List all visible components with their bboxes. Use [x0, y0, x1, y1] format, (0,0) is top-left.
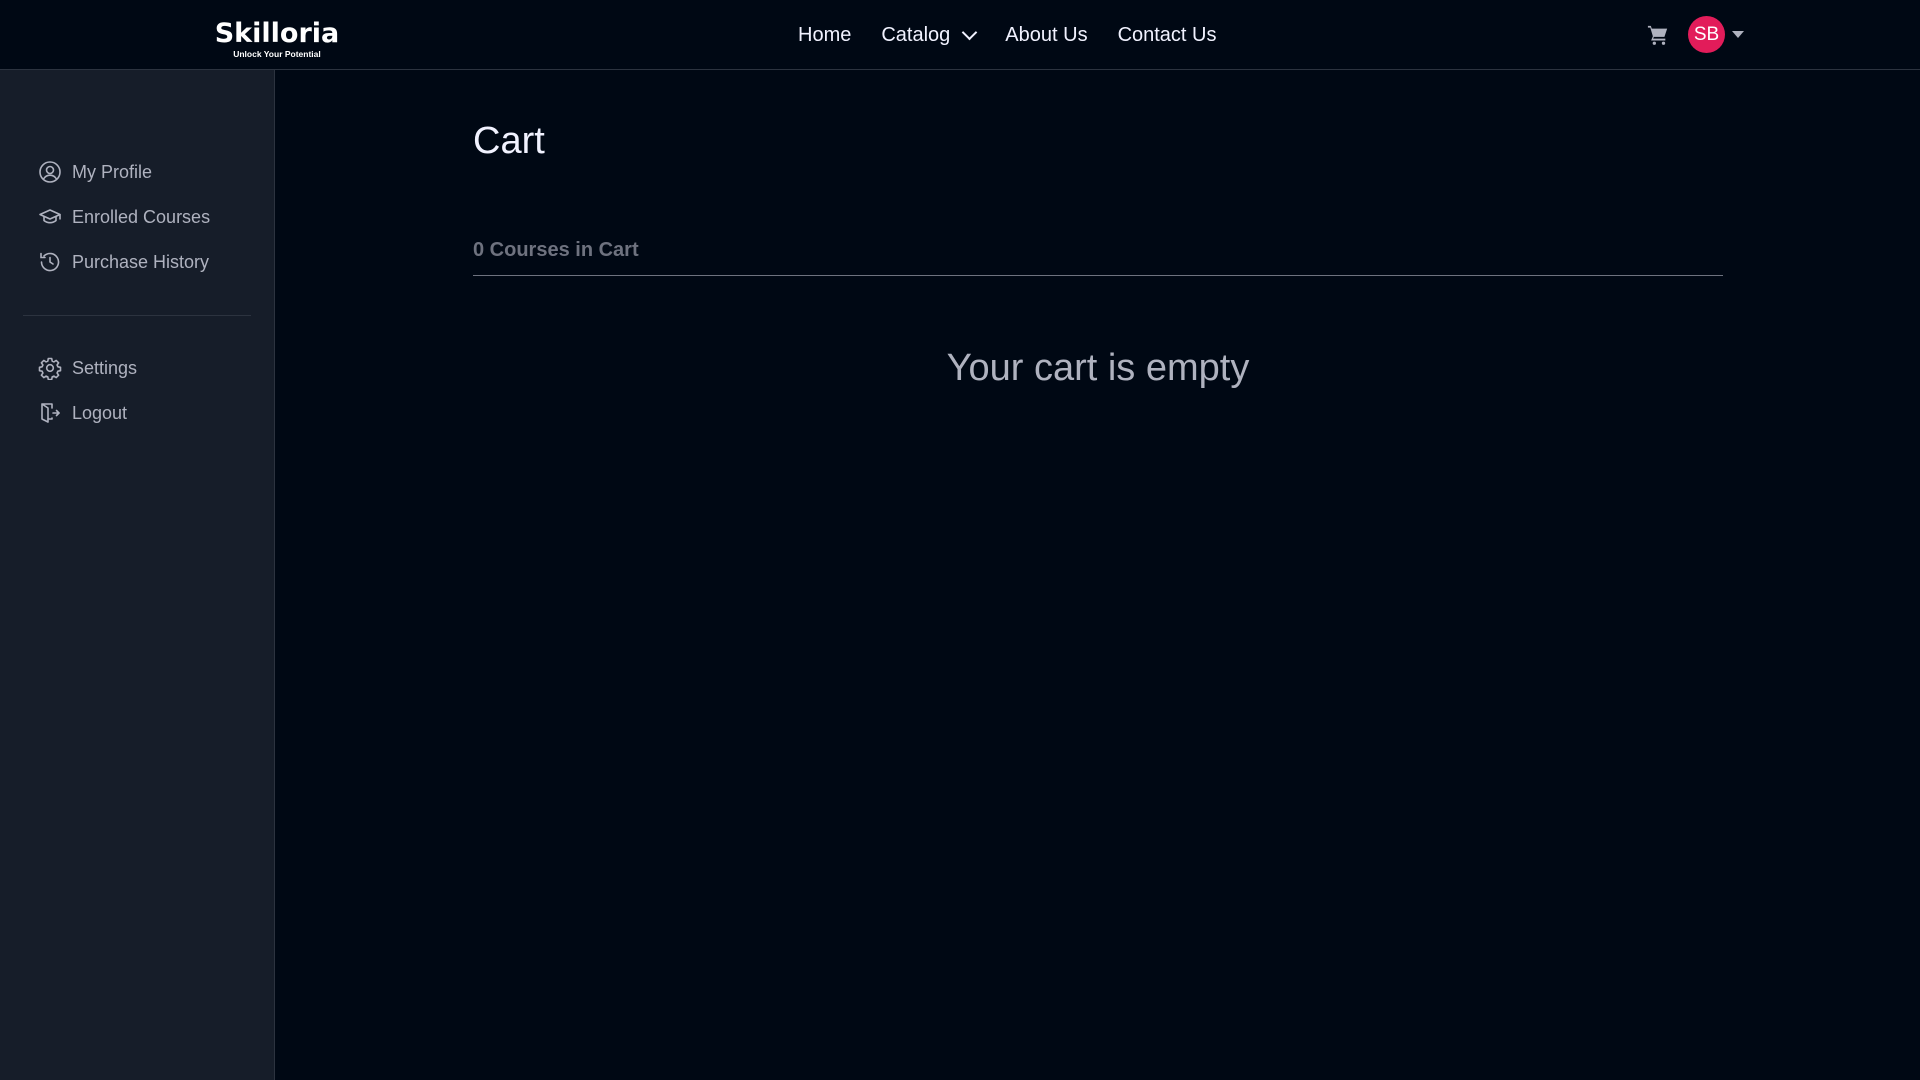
gear-icon [38, 357, 62, 380]
empty-cart-message: Your cart is empty [946, 347, 1250, 389]
cart-button[interactable] [1647, 24, 1669, 46]
cart-icon [1647, 25, 1668, 45]
sidebar-item-label: Logout [72, 402, 128, 423]
brand-logo[interactable]: Skilloria Unlock Your Potential [209, 20, 345, 62]
page-title: Cart [473, 120, 545, 162]
sidebar-item-label: Enrolled Courses [72, 206, 211, 227]
logout-icon [41, 403, 60, 423]
top-navbar: Skilloria Unlock Your Potential Home Cat… [0, 0, 1920, 70]
sidebar-item-purchase-history[interactable]: Purchase History [38, 248, 209, 276]
user-circle-icon [39, 161, 61, 183]
nav-link-catalog-label: Catalog [881, 24, 951, 46]
sidebar-item-my-profile[interactable]: My Profile [38, 158, 152, 186]
nav-link-about-us[interactable]: About Us [1005, 22, 1087, 48]
cart-divider [473, 275, 1723, 276]
nav-link-home[interactable]: Home [798, 22, 851, 48]
history-icon [40, 252, 60, 272]
graduation-cap-icon [39, 209, 61, 224]
sidebar: My Profile Enrolled Courses Purchase His… [0, 70, 275, 1080]
brand-tagline: Unlock Your Potential [233, 49, 321, 59]
brand-name: Skilloria [214, 18, 340, 49]
nav-link-contact-us-label: Contact Us [1117, 24, 1217, 46]
sidebar-item-label: Purchase History [72, 251, 210, 272]
nav-link-catalog[interactable]: Catalog [881, 22, 978, 48]
caret-down-icon[interactable] [1732, 31, 1744, 38]
nav-link-about-us-label: About Us [1005, 24, 1088, 46]
user-avatar[interactable]: SB [1688, 16, 1725, 53]
sidebar-item-settings[interactable]: Settings [38, 354, 137, 382]
sidebar-item-label: Settings [72, 357, 138, 378]
sidebar-item-label: My Profile [72, 161, 153, 182]
chevron-down-icon [962, 24, 978, 40]
nav-link-home-label: Home [798, 24, 852, 46]
cart-count-label: 0 Courses in Cart [473, 239, 639, 261]
main-nav: Home Catalog About Us Contact Us [798, 22, 1217, 48]
sidebar-item-logout[interactable]: Logout [38, 399, 127, 427]
sidebar-item-enrolled-courses[interactable]: Enrolled Courses [38, 203, 210, 231]
nav-link-contact-us[interactable]: Contact Us [1118, 22, 1217, 48]
sidebar-divider [23, 315, 251, 316]
